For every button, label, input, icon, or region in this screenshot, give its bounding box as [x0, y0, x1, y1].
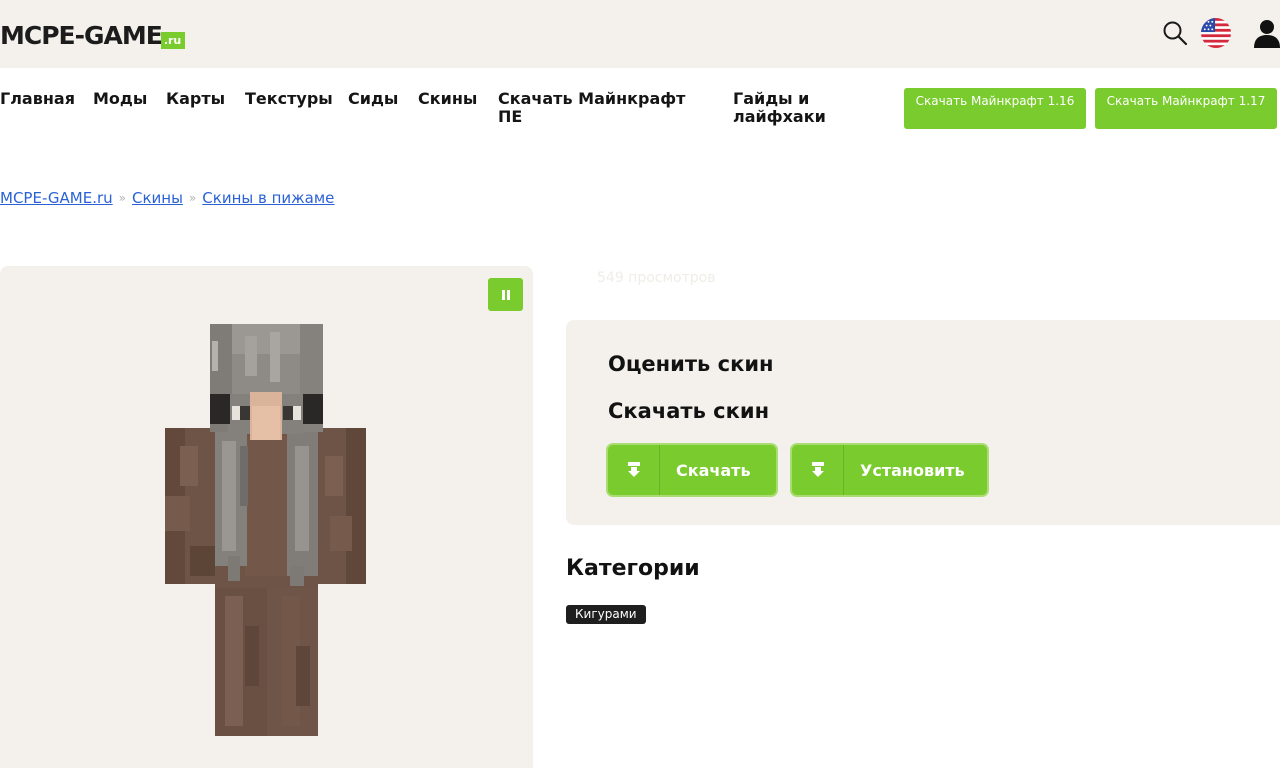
user-icon[interactable]	[1252, 17, 1280, 49]
nav-item-maps[interactable]: Карты	[166, 90, 225, 108]
download-button[interactable]: Скачать	[608, 445, 776, 495]
site-logo[interactable]: MCPE-GAME .ru	[0, 18, 186, 52]
breadcrumb-separator: »	[188, 191, 197, 205]
views-count: 549 просмотров	[597, 270, 716, 286]
skin-3d-model	[165, 324, 366, 736]
download-icon	[608, 445, 660, 495]
site-header: MCPE-GAME .ru	[0, 0, 1280, 68]
download-skin-title: Скачать скин	[608, 399, 770, 423]
download-116-label: Скачать Майнкрафт 1.16	[915, 94, 1075, 108]
download-117-button[interactable]: Скачать Майнкрафт 1.17	[1095, 88, 1277, 129]
nav-item-skins[interactable]: Скины	[418, 90, 477, 108]
skin-actions-panel: Оценить скин Скачать скин Скачать Устано…	[566, 320, 1280, 525]
download-116-button[interactable]: Скачать Майнкрафт 1.16	[904, 88, 1086, 129]
breadcrumb-separator: »	[118, 191, 126, 205]
nav-item-mods[interactable]: Моды	[93, 90, 147, 108]
nav-item-guides[interactable]: Гайды и лайфхаки	[733, 90, 843, 126]
breadcrumb-pajama-skins[interactable]: Скины в пижаме	[202, 189, 334, 207]
skin-preview-panel[interactable]	[0, 266, 533, 768]
rate-skin-title: Оценить скин	[608, 352, 774, 376]
categories-title: Категории	[566, 556, 700, 581]
nav-item-download-mcpe[interactable]: Скачать Майнкрафт ПЕ	[498, 90, 698, 126]
download-button-label: Скачать	[676, 460, 751, 480]
search-icon[interactable]	[1160, 17, 1190, 49]
logo-domain-badge: .ru	[160, 32, 186, 49]
nav-item-home[interactable]: Главная	[0, 90, 75, 108]
main-nav: Главная Моды Карты Текстуры Сиды Скины С…	[0, 68, 1280, 140]
nav-item-seeds[interactable]: Сиды	[348, 90, 398, 108]
us-flag-icon[interactable]	[1201, 17, 1231, 49]
breadcrumb-home[interactable]: MCPE-GAME.ru	[0, 189, 113, 207]
install-icon	[792, 445, 844, 495]
nav-item-textures[interactable]: Текстуры	[245, 90, 333, 108]
download-117-label: Скачать Майнкрафт 1.17	[1106, 94, 1266, 108]
install-button[interactable]: Установить	[792, 445, 987, 495]
breadcrumb-skins[interactable]: Скины	[132, 189, 183, 207]
install-button-label: Установить	[860, 460, 965, 480]
breadcrumb: MCPE-GAME.ru » Скины » Скины в пижаме	[0, 189, 334, 207]
logo-text: MCPE-GAME	[0, 21, 163, 50]
category-tag-kigurumi[interactable]: Кигурами	[566, 605, 646, 624]
